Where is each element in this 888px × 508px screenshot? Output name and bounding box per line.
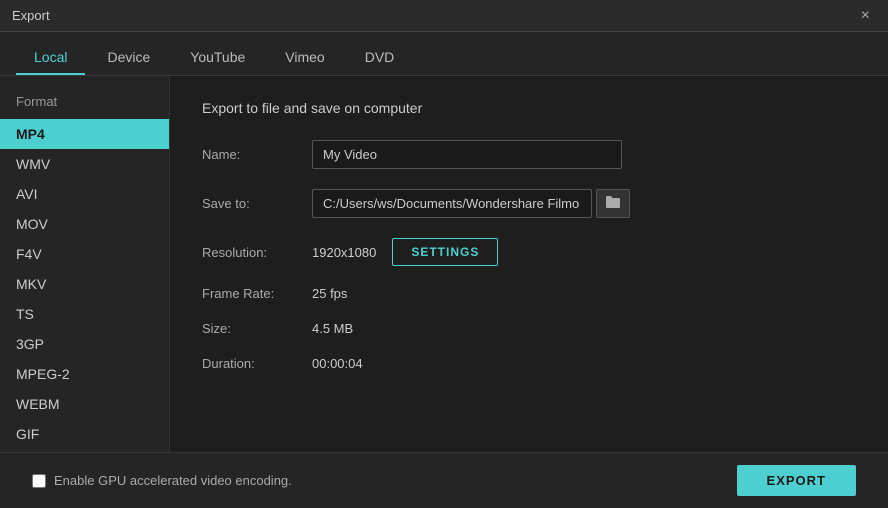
- size-row: Size: 4.5 MB: [202, 321, 856, 336]
- sidebar-item-wmv[interactable]: WMV: [0, 149, 169, 179]
- sidebar-item-3gp[interactable]: 3GP: [0, 329, 169, 359]
- name-input[interactable]: [312, 140, 622, 169]
- sidebar: Format MP4 WMV AVI MOV F4V MKV TS 3GP MP…: [0, 76, 170, 452]
- tab-youtube[interactable]: YouTube: [172, 41, 263, 75]
- save-to-row: Save to:: [202, 189, 856, 218]
- resolution-label: Resolution:: [202, 245, 312, 260]
- close-button[interactable]: ×: [855, 6, 876, 26]
- name-row: Name:: [202, 140, 856, 169]
- save-to-input[interactable]: [312, 189, 592, 218]
- gpu-label-text: Enable GPU accelerated video encoding.: [54, 473, 292, 488]
- folder-icon: [605, 195, 621, 209]
- export-button[interactable]: EXPORT: [737, 465, 856, 496]
- sidebar-item-mkv[interactable]: MKV: [0, 269, 169, 299]
- form-title: Export to file and save on computer: [202, 100, 856, 116]
- frame-rate-value: 25 fps: [312, 286, 347, 301]
- gpu-checkbox[interactable]: [32, 474, 46, 488]
- tab-vimeo[interactable]: Vimeo: [267, 41, 342, 75]
- duration-row: Duration: 00:00:04: [202, 356, 856, 371]
- tab-dvd[interactable]: DVD: [347, 41, 413, 75]
- size-value: 4.5 MB: [312, 321, 353, 336]
- tab-local[interactable]: Local: [16, 41, 85, 75]
- sidebar-item-avi[interactable]: AVI: [0, 179, 169, 209]
- bottom-bar: Enable GPU accelerated video encoding. E…: [0, 452, 888, 508]
- sidebar-item-mov[interactable]: MOV: [0, 209, 169, 239]
- resolution-row: Resolution: 1920x1080 SETTINGS: [202, 238, 856, 266]
- sidebar-item-mpeg2[interactable]: MPEG-2: [0, 359, 169, 389]
- duration-value: 00:00:04: [312, 356, 363, 371]
- dialog-title: Export: [12, 8, 50, 23]
- save-to-label: Save to:: [202, 196, 312, 211]
- title-bar: Export ×: [0, 0, 888, 32]
- name-label: Name:: [202, 147, 312, 162]
- duration-label: Duration:: [202, 356, 312, 371]
- gpu-label[interactable]: Enable GPU accelerated video encoding.: [32, 473, 292, 488]
- sidebar-item-webm[interactable]: WEBM: [0, 389, 169, 419]
- sidebar-item-mp4[interactable]: MP4: [0, 119, 169, 149]
- size-label: Size:: [202, 321, 312, 336]
- sidebar-item-ts[interactable]: TS: [0, 299, 169, 329]
- settings-button[interactable]: SETTINGS: [392, 238, 498, 266]
- folder-button[interactable]: [596, 189, 630, 218]
- frame-rate-label: Frame Rate:: [202, 286, 312, 301]
- save-to-wrapper: [312, 189, 630, 218]
- tab-bar: Local Device YouTube Vimeo DVD: [0, 32, 888, 76]
- tab-device[interactable]: Device: [89, 41, 168, 75]
- resolution-wrapper: 1920x1080 SETTINGS: [312, 238, 498, 266]
- sidebar-item-gif[interactable]: GIF: [0, 419, 169, 449]
- resolution-value: 1920x1080: [312, 245, 376, 260]
- frame-rate-row: Frame Rate: 25 fps: [202, 286, 856, 301]
- form-area: Export to file and save on computer Name…: [170, 76, 888, 452]
- sidebar-item-f4v[interactable]: F4V: [0, 239, 169, 269]
- main-content: Format MP4 WMV AVI MOV F4V MKV TS 3GP MP…: [0, 76, 888, 452]
- sidebar-format-header: Format: [0, 88, 169, 119]
